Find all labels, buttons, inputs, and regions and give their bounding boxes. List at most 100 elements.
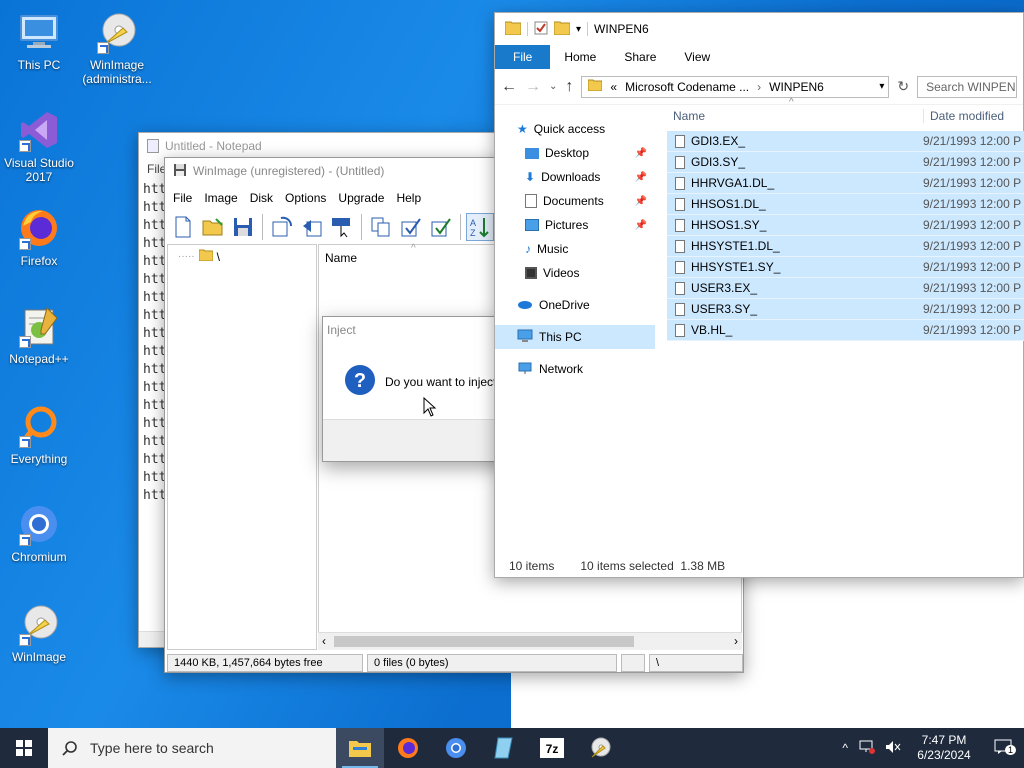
refresh-icon[interactable]: ↻	[897, 78, 909, 95]
nav-desktop[interactable]: Desktop 📌	[495, 141, 655, 165]
winimage-folder-tree[interactable]: ····· \	[167, 244, 317, 650]
breadcrumb-item[interactable]: WINPEN6	[769, 80, 824, 94]
sort-button[interactable]: AZ	[466, 213, 494, 241]
start-button[interactable]	[0, 728, 48, 768]
desktop-icon-visual-studio[interactable]: Visual Studio 2017	[0, 108, 78, 184]
file-row[interactable]: GDI3.EX_ 9/21/1993 12:00 P	[667, 131, 1024, 152]
volume-muted-icon[interactable]	[880, 740, 906, 757]
properties-icon[interactable]	[534, 21, 548, 38]
quick-access-dropdown-icon[interactable]: ▾	[576, 24, 581, 35]
file-row[interactable]: GDI3.SY_ 9/21/1993 12:00 P	[667, 152, 1024, 173]
address-dropdown-icon[interactable]: ▾	[879, 81, 888, 92]
taskbar-search-box[interactable]: Type here to search	[48, 728, 336, 768]
desktop-icon-chromium[interactable]: Chromium	[0, 502, 78, 564]
show-hidden-icons-chevron-icon[interactable]: ^	[836, 741, 854, 755]
winimage-menu-disk[interactable]: Disk	[244, 191, 279, 205]
nav-downloads[interactable]: ⬇ Downloads 📌	[495, 165, 655, 189]
file-row[interactable]: HHSOS1.DL_ 9/21/1993 12:00 P	[667, 194, 1024, 215]
shortcut-arrow-icon	[19, 336, 31, 348]
up-arrow-icon[interactable]: ↑	[565, 78, 573, 96]
explorer-titlebar[interactable]: ▾ WINPEN6	[495, 13, 1023, 45]
pin-icon[interactable]: 📌	[635, 148, 647, 159]
winimage-horizontal-scrollbar[interactable]: ‹ ›	[318, 632, 742, 650]
recent-locations-chevron-icon[interactable]: ⌄	[549, 81, 557, 92]
taskbar-chromium[interactable]	[432, 728, 480, 768]
save-button[interactable]	[229, 213, 257, 241]
taskbar-clock[interactable]: 7:47 PM 6/23/2024	[906, 733, 982, 763]
inject-button[interactable]	[298, 213, 326, 241]
file-list[interactable]: Name Date modified ^ GDI3.EX_ 9/21/1993 1…	[667, 97, 1024, 341]
column-header-date[interactable]: Date modified	[923, 109, 1004, 123]
file-row[interactable]: USER3.EX_ 9/21/1993 12:00 P	[667, 278, 1024, 299]
desktop-icon-winimage[interactable]: WinImage	[0, 602, 78, 664]
scroll-right-icon[interactable]: ›	[734, 634, 738, 648]
scrollbar-thumb[interactable]	[334, 636, 634, 647]
clock-time: 7:47 PM	[921, 733, 967, 747]
pin-icon[interactable]: 📌	[635, 220, 647, 231]
taskbar-notepad[interactable]	[480, 728, 528, 768]
nav-this-pc[interactable]: This PC	[495, 325, 655, 349]
nav-network[interactable]: Network	[495, 357, 655, 381]
select-button[interactable]	[328, 213, 356, 241]
winimage-menu-image[interactable]: Image	[198, 191, 243, 205]
desktop-icon-firefox[interactable]: Firefox	[0, 206, 78, 268]
nav-pictures[interactable]: Pictures 📌	[495, 213, 655, 237]
column-header-name[interactable]: Name	[667, 109, 923, 123]
nav-documents[interactable]: Documents 📌	[495, 189, 655, 213]
taskbar-winimage[interactable]	[576, 728, 624, 768]
notification-center-icon[interactable]: 1	[982, 739, 1024, 758]
save-icon	[234, 218, 252, 236]
notepad-text-area[interactable]: htt htt htt htt htt htt htt htt htt htt …	[143, 181, 166, 505]
pin-icon[interactable]: 📌	[635, 172, 647, 183]
file-row[interactable]: VB.HL_ 9/21/1993 12:00 P	[667, 320, 1024, 341]
address-bar[interactable]: « Microsoft Codename ... › WINPEN6 ▾	[581, 75, 890, 98]
file-row[interactable]: HHSYSTE1.DL_ 9/21/1993 12:00 P	[667, 236, 1024, 257]
new-folder-icon[interactable]	[553, 21, 571, 38]
network-status-icon[interactable]	[854, 740, 880, 757]
breadcrumb-overflow[interactable]: «	[610, 80, 617, 94]
mouse-cursor-icon	[423, 397, 437, 417]
desktop-icon-winimage-admin[interactable]: WinImage (administra...	[78, 10, 156, 86]
copy-button[interactable]	[367, 213, 395, 241]
desktop-icon-notepadpp[interactable]: Notepad++	[0, 304, 78, 366]
nav-videos[interactable]: Videos	[495, 261, 655, 285]
check-button[interactable]	[397, 213, 425, 241]
file-row[interactable]: HHSOS1.SY_ 9/21/1993 12:00 P	[667, 215, 1024, 236]
notepad-titlebar[interactable]: Untitled - Notepad	[139, 133, 495, 159]
verify-button[interactable]	[427, 213, 455, 241]
desktop-icon-everything[interactable]: Everything	[0, 404, 78, 466]
winimage-menu-help[interactable]: Help	[390, 191, 427, 205]
notepad-title: Untitled - Notepad	[165, 139, 262, 153]
extract-button[interactable]	[268, 213, 296, 241]
back-arrow-icon[interactable]: ←	[501, 78, 517, 96]
new-button[interactable]	[169, 213, 197, 241]
winimage-menu-file[interactable]: File	[167, 191, 198, 205]
file-row[interactable]: USER3.SY_ 9/21/1993 12:00 P	[667, 299, 1024, 320]
file-row[interactable]: HHSYSTE1.SY_ 9/21/1993 12:00 P	[667, 257, 1024, 278]
inject-dialog[interactable]: Inject ? Do you want to inject	[322, 316, 512, 462]
nav-onedrive[interactable]: OneDrive	[495, 293, 655, 317]
ribbon-tab-view[interactable]: View	[670, 45, 724, 69]
taskbar-firefox[interactable]	[384, 728, 432, 768]
open-button[interactable]	[199, 213, 227, 241]
ribbon-tab-home[interactable]: Home	[550, 45, 610, 69]
taskbar-7zip[interactable]: 7z	[528, 728, 576, 768]
column-header-name[interactable]: Name	[325, 251, 357, 265]
winimage-menu-upgrade[interactable]: Upgrade	[332, 191, 390, 205]
file-explorer-window[interactable]: ▾ WINPEN6 File Home Share View ← → ⌄ ↑ «…	[494, 12, 1024, 578]
search-input[interactable]: Search WINPEN6	[917, 75, 1017, 98]
sort-az-icon: AZ	[470, 218, 489, 238]
pin-icon[interactable]: 📌	[635, 196, 647, 207]
ribbon-tab-share[interactable]: Share	[610, 45, 670, 69]
breadcrumb-item[interactable]: Microsoft Codename ...	[625, 80, 749, 94]
tree-root-node[interactable]: ····· \	[178, 249, 220, 264]
file-row[interactable]: HHRVGA1.DL_ 9/21/1993 12:00 P	[667, 173, 1024, 194]
nav-music[interactable]: ♪ Music	[495, 237, 655, 261]
scroll-left-icon[interactable]: ‹	[322, 634, 326, 648]
desktop-icon-this-pc[interactable]: This PC	[0, 10, 78, 72]
forward-arrow-icon[interactable]: →	[525, 78, 541, 96]
taskbar-file-explorer[interactable]	[336, 728, 384, 768]
ribbon-tab-file[interactable]: File	[495, 45, 551, 69]
nav-quick-access[interactable]: ★ Quick access	[495, 117, 655, 141]
winimage-menu-options[interactable]: Options	[279, 191, 332, 205]
